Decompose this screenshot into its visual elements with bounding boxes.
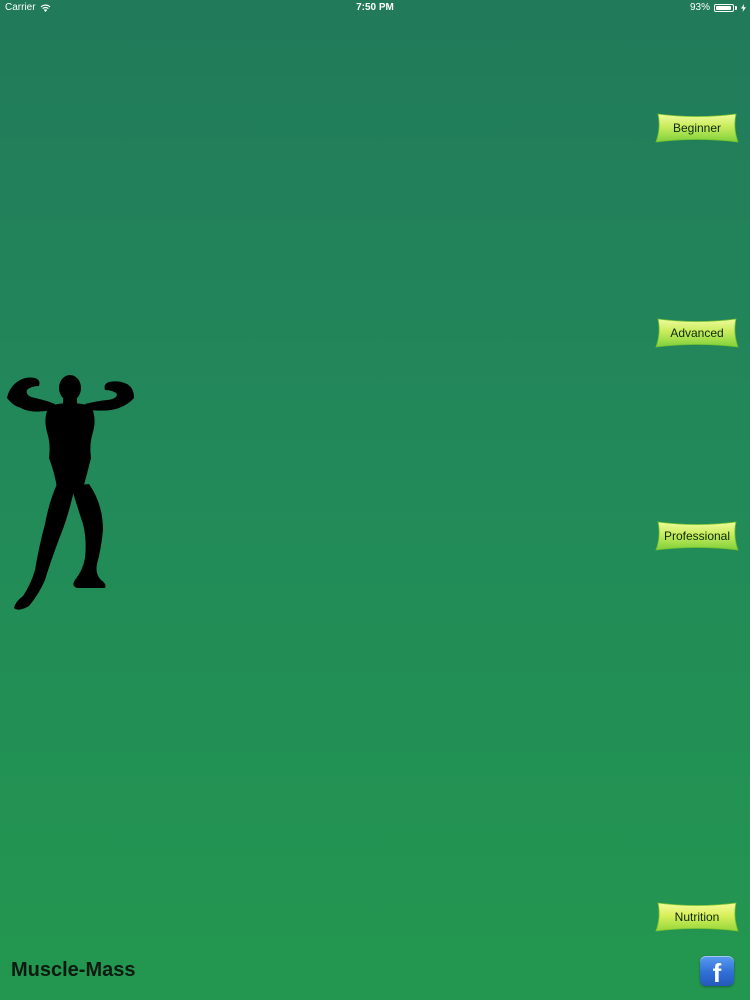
status-right: 93%: [690, 2, 746, 13]
advanced-label: Advanced: [670, 326, 724, 340]
battery-icon: [714, 3, 734, 12]
nutrition-button[interactable]: Nutrition: [655, 901, 739, 933]
nutrition-label: Nutrition: [674, 910, 720, 924]
advanced-button[interactable]: Advanced: [655, 317, 739, 349]
professional-button[interactable]: Professional: [655, 520, 739, 552]
status-time: 7:50 PM: [356, 2, 394, 13]
facebook-icon[interactable]: f: [700, 956, 734, 986]
beginner-label: Beginner: [672, 121, 722, 135]
facebook-glyph: f: [712, 958, 722, 986]
battery-percent: 93%: [689, 2, 710, 13]
bolt-icon: [741, 3, 746, 12]
beginner-button[interactable]: Beginner: [655, 112, 739, 144]
professional-label: Professional: [663, 529, 731, 543]
app-title: Muscle-Mass: [11, 959, 136, 981]
status-bar: Carrier 7:50 PM 93%: [0, 0, 750, 16]
battery-tip: [735, 5, 737, 10]
bodybuilder-silhouette-icon: [7, 375, 134, 610]
battery-fill: [716, 5, 731, 10]
